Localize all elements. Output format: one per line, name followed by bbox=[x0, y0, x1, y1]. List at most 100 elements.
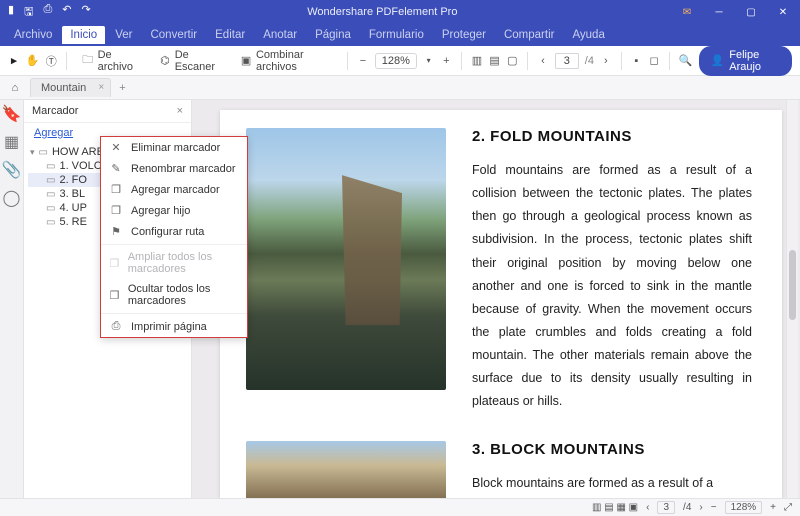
select-tool-icon[interactable]: ▸ bbox=[8, 54, 20, 68]
user-name: Felipe Araujo bbox=[729, 49, 780, 73]
status-zoom-in[interactable]: + bbox=[770, 502, 776, 513]
status-zoom-out[interactable]: − bbox=[711, 502, 717, 513]
user-icon: 👤 bbox=[711, 54, 725, 67]
ctx-label: Agregar marcador bbox=[131, 184, 220, 196]
view-mode-icons[interactable]: ▥ ▤ ▦ ▣ bbox=[592, 502, 638, 513]
comments-panel-icon[interactable]: ◯ bbox=[4, 190, 20, 206]
ctx-expand-all: ❐Ampliar todos los marcadores bbox=[101, 247, 247, 279]
document-tabstrip: ⌂ Mountain × + bbox=[0, 76, 800, 100]
menu-anotar[interactable]: Anotar bbox=[255, 26, 305, 44]
home-tab-icon[interactable]: ⌂ bbox=[4, 82, 26, 94]
bookmark-icon: ▭ bbox=[46, 203, 55, 214]
menu-convertir[interactable]: Convertir bbox=[142, 26, 205, 44]
menu-formulario[interactable]: Formulario bbox=[361, 26, 432, 44]
page-next-icon[interactable]: › bbox=[600, 54, 612, 68]
user-account-button[interactable]: 👤 Felipe Araujo bbox=[699, 46, 792, 76]
view-continuous-icon[interactable]: ◻ bbox=[648, 54, 660, 68]
section-heading: 3. BLOCK MOUNTAINS bbox=[472, 441, 752, 458]
status-page-prev[interactable]: ‹ bbox=[646, 502, 649, 513]
status-page-current[interactable]: 3 bbox=[657, 501, 675, 514]
notification-icon[interactable]: ✉ bbox=[674, 2, 700, 22]
tab-close-icon[interactable]: × bbox=[98, 82, 104, 93]
from-file-label: De archivo bbox=[98, 49, 142, 73]
combine-icon: ▣ bbox=[240, 54, 252, 68]
page-total: /4 bbox=[585, 55, 594, 67]
view-single-icon[interactable]: ▪ bbox=[631, 54, 643, 68]
menu-ayuda[interactable]: Ayuda bbox=[564, 26, 612, 44]
zoom-value[interactable]: 128% bbox=[375, 53, 417, 69]
flag-icon: ⚑ bbox=[109, 225, 123, 238]
window-close[interactable]: ✕ bbox=[770, 2, 796, 22]
scanner-icon: ⌬ bbox=[159, 54, 171, 68]
menu-editar[interactable]: Editar bbox=[207, 26, 253, 44]
menu-proteger[interactable]: Proteger bbox=[434, 26, 494, 44]
from-scanner-label: De Escaner bbox=[175, 49, 223, 73]
ctx-label: Agregar hijo bbox=[131, 205, 190, 217]
add-child-icon: ❐ bbox=[109, 204, 123, 217]
zoom-in-icon[interactable]: + bbox=[440, 54, 452, 68]
ctx-separator bbox=[101, 244, 247, 245]
combine-label: Combinar archivos bbox=[256, 49, 332, 73]
title-bar: ▮ 🖫 ⎙ ↶ ↷ Wondershare PDFelement Pro ✉ ─… bbox=[0, 0, 800, 24]
status-zoom-value[interactable]: 128% bbox=[725, 501, 763, 514]
bookmark-icon: ▭ bbox=[46, 161, 55, 172]
bookmark-label: 4. UP bbox=[59, 202, 87, 214]
ctx-add-bookmark[interactable]: ❐Agregar marcador bbox=[101, 179, 247, 200]
ctx-set-destination[interactable]: ⚑Configurar ruta bbox=[101, 221, 247, 242]
menu-pagina[interactable]: Página bbox=[307, 26, 359, 44]
zoom-dropdown-icon[interactable]: ▾ bbox=[423, 54, 435, 68]
section-heading: 2. FOLD MOUNTAINS bbox=[472, 128, 752, 145]
menu-inicio[interactable]: Inicio bbox=[62, 26, 105, 44]
window-maximize[interactable]: ▢ bbox=[738, 2, 764, 22]
bookmark-label: 2. FO bbox=[59, 174, 87, 186]
fullscreen-icon[interactable]: ⤢ bbox=[784, 502, 792, 513]
search-icon[interactable]: 🔍 bbox=[679, 54, 693, 68]
attachments-panel-icon[interactable]: 📎 bbox=[4, 162, 20, 178]
menu-archivo[interactable]: Archivo bbox=[6, 26, 60, 44]
page-current-input[interactable]: 3 bbox=[555, 53, 579, 69]
vertical-scrollbar[interactable] bbox=[786, 100, 798, 498]
new-tab-button[interactable]: + bbox=[119, 82, 125, 94]
bookmark-label: 5. RE bbox=[59, 216, 87, 228]
hand-tool-icon[interactable]: ✋ bbox=[26, 54, 40, 68]
add-bookmark-link[interactable]: Agregar bbox=[24, 123, 83, 143]
combine-files-button[interactable]: ▣ Combinar archivos bbox=[234, 46, 338, 76]
fit-page-icon[interactable]: ▤ bbox=[489, 54, 501, 68]
ctx-delete-bookmark[interactable]: ✕Eliminar marcador bbox=[101, 137, 247, 158]
menu-ver[interactable]: Ver bbox=[107, 26, 140, 44]
ctx-print-page[interactable]: ⎙Imprimir página bbox=[101, 316, 247, 337]
ctx-separator bbox=[101, 313, 247, 314]
thumbnails-panel-icon[interactable]: ▦ bbox=[4, 134, 20, 150]
zoom-out-icon[interactable]: − bbox=[357, 54, 369, 68]
scrollbar-thumb[interactable] bbox=[789, 250, 796, 320]
ctx-rename-bookmark[interactable]: ✎Renombrar marcador bbox=[101, 158, 247, 179]
document-viewport[interactable]: 2. FOLD MOUNTAINS Fold mountains are for… bbox=[192, 100, 800, 498]
pdf-page: 2. FOLD MOUNTAINS Fold mountains are for… bbox=[220, 110, 782, 498]
app-logo-icon: ▮ bbox=[8, 3, 14, 22]
sidebar-close-icon[interactable]: × bbox=[177, 105, 183, 117]
status-page-next[interactable]: › bbox=[699, 502, 702, 513]
collapse-icon[interactable]: ▾ bbox=[30, 147, 35, 158]
actual-size-icon[interactable]: ▢ bbox=[506, 54, 518, 68]
folder-icon: 🗀 bbox=[82, 54, 94, 68]
undo-icon[interactable]: ↶ bbox=[62, 3, 71, 22]
bookmark-label: 3. BL bbox=[59, 188, 85, 200]
print-icon[interactable]: ⎙ bbox=[43, 3, 52, 22]
ctx-add-child[interactable]: ❐ Agregar hijo bbox=[101, 200, 247, 221]
sidebar-title: Marcador bbox=[32, 105, 78, 117]
bookmarks-panel-icon[interactable]: 🔖 bbox=[4, 106, 20, 122]
document-tab[interactable]: Mountain × bbox=[30, 78, 111, 97]
menu-bar: Archivo Inicio Ver Convertir Editar Anot… bbox=[0, 24, 800, 46]
ctx-label: Ocultar todos los marcadores bbox=[128, 283, 239, 307]
status-page-total: /4 bbox=[683, 502, 691, 513]
redo-icon[interactable]: ↷ bbox=[81, 3, 90, 22]
text-select-icon[interactable]: Ⓣ bbox=[45, 54, 57, 68]
ctx-collapse-all[interactable]: ❐Ocultar todos los marcadores bbox=[101, 279, 247, 311]
from-file-button[interactable]: 🗀 De archivo bbox=[76, 46, 147, 76]
menu-compartir[interactable]: Compartir bbox=[496, 26, 562, 44]
fit-width-icon[interactable]: ▥ bbox=[471, 54, 483, 68]
window-minimize[interactable]: ─ bbox=[706, 2, 732, 22]
save-icon[interactable]: 🖫 bbox=[24, 3, 33, 22]
page-prev-icon[interactable]: ‹ bbox=[537, 54, 549, 68]
from-scanner-button[interactable]: ⌬ De Escaner bbox=[153, 46, 228, 76]
